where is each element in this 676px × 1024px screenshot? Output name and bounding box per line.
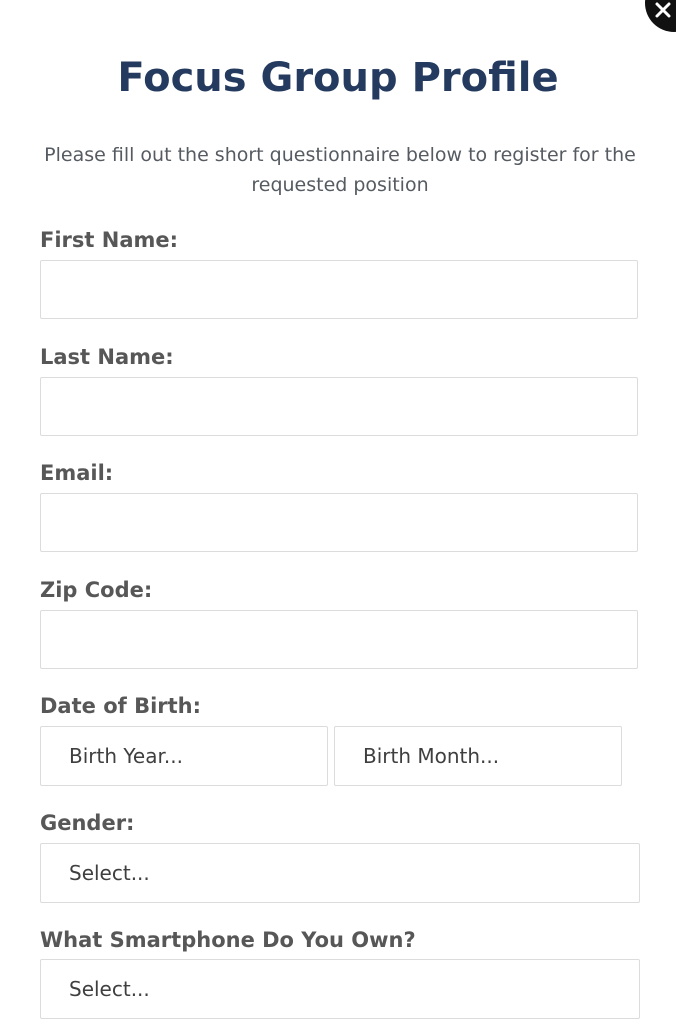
smartphone-select[interactable]: Select... bbox=[40, 959, 640, 1019]
last-name-input[interactable] bbox=[40, 377, 638, 436]
first-name-label: First Name: bbox=[40, 228, 179, 252]
page-title: Focus Group Profile bbox=[117, 55, 559, 101]
intro-text: Please fill out the short questionnaire … bbox=[44, 144, 636, 196]
close-icon bbox=[655, 2, 671, 18]
date-of-birth-label: Date of Birth: bbox=[40, 694, 202, 718]
zip-code-input[interactable] bbox=[40, 610, 638, 669]
zip-code-label: Zip Code: bbox=[40, 578, 153, 602]
birth-year-select[interactable]: Birth Year... bbox=[40, 726, 328, 786]
last-name-label: Last Name: bbox=[40, 345, 174, 369]
email-label: Email: bbox=[40, 461, 114, 485]
gender-select-text: Select... bbox=[69, 861, 150, 885]
focus-group-form-page: Focus Group Profile Please fill out the … bbox=[0, 0, 676, 1024]
birth-month-select[interactable]: Birth Month... bbox=[334, 726, 622, 786]
gender-label: Gender: bbox=[40, 811, 135, 835]
smartphone-label: What Smartphone Do You Own? bbox=[40, 928, 416, 952]
birth-year-select-text: Birth Year... bbox=[69, 744, 183, 768]
birth-month-select-text: Birth Month... bbox=[363, 744, 500, 768]
first-name-input[interactable] bbox=[40, 260, 638, 319]
email-input[interactable] bbox=[40, 493, 638, 552]
smartphone-select-text: Select... bbox=[69, 977, 150, 1001]
close-button[interactable] bbox=[645, 0, 676, 32]
gender-select[interactable]: Select... bbox=[40, 843, 640, 903]
